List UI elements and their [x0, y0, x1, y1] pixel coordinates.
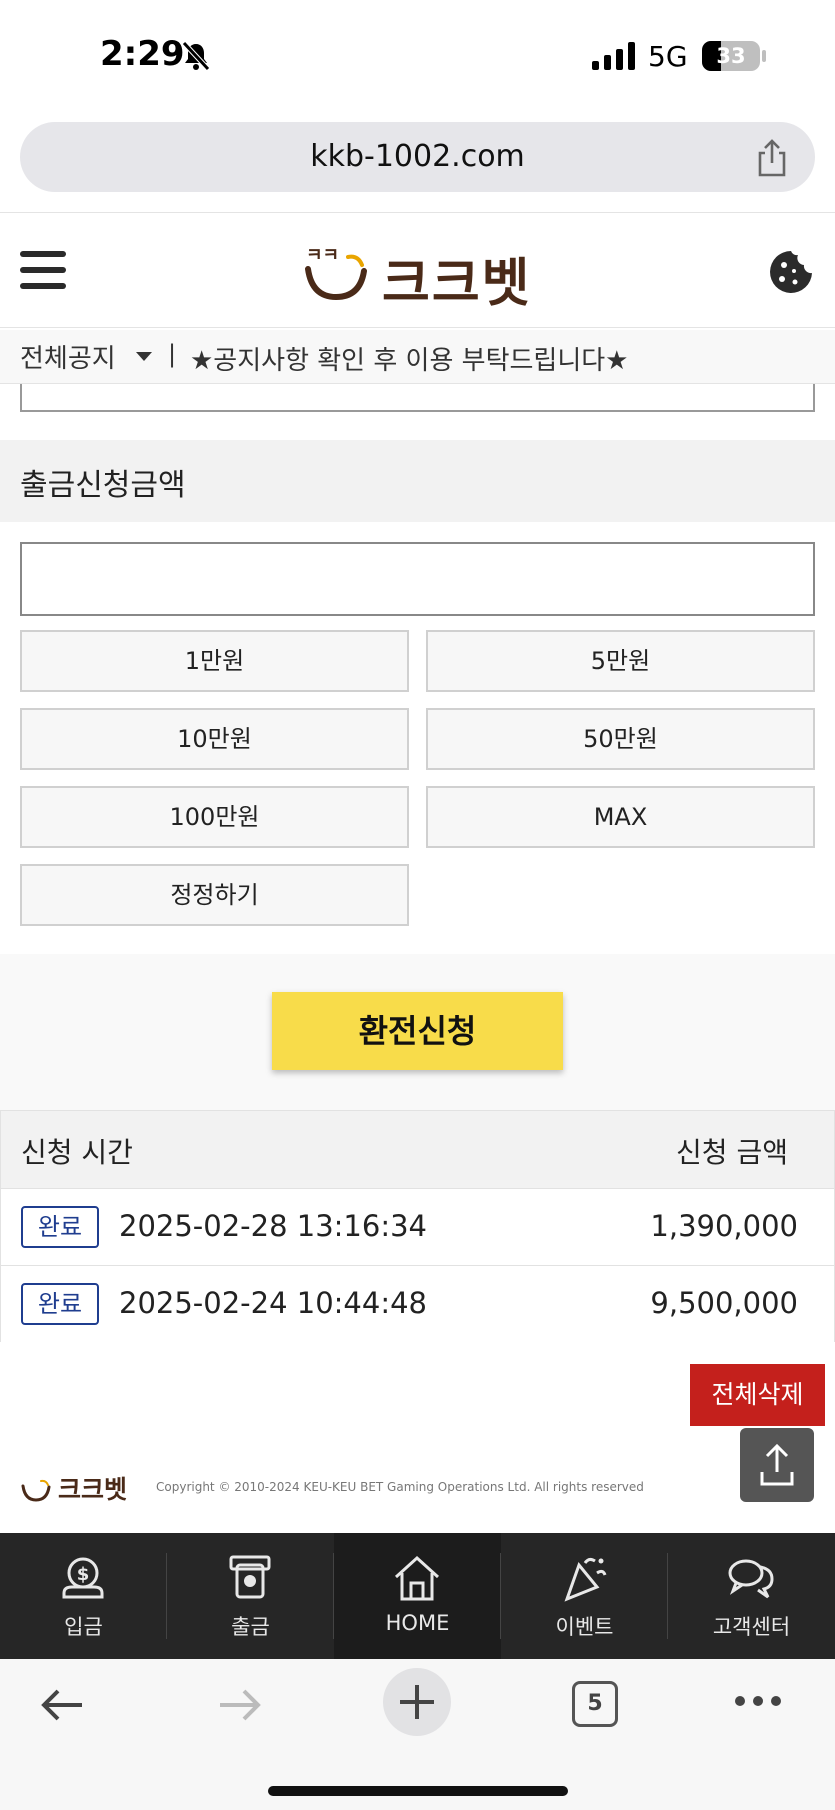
nav-event[interactable]: 이벤트	[501, 1533, 668, 1659]
notice-separator: |	[168, 340, 177, 368]
site-logo[interactable]: ㅋㅋ 크크벳	[300, 237, 540, 314]
logo-face-icon: ㅋㅋ	[305, 245, 367, 301]
party-icon	[564, 1557, 607, 1602]
nav-support[interactable]: 고객센터	[668, 1533, 835, 1659]
delete-all-button[interactable]: 전체삭제	[690, 1364, 825, 1426]
footer-logo: 크크벳	[20, 1470, 150, 1506]
amount-1m-button[interactable]: 100만원	[20, 786, 409, 848]
url-bar[interactable]: kkb-1002.com	[20, 122, 815, 192]
url-text[interactable]: kkb-1002.com	[20, 122, 815, 192]
column-header-amount: 신청 금액	[676, 1136, 788, 1169]
back-arrow-icon[interactable]	[38, 1681, 86, 1729]
nav-label: HOME	[385, 1611, 450, 1635]
home-icon	[394, 1555, 440, 1601]
tab-count-icon[interactable]: 5	[572, 1681, 618, 1727]
footer-logo-text: 크크벳	[58, 1475, 128, 1504]
nav-label: 입금	[64, 1615, 103, 1639]
forward-arrow-icon[interactable]	[216, 1681, 264, 1729]
notice-bar: 전체공지 | ★공지사항 확인 후 이용 부탁드립니다★	[0, 330, 835, 384]
status-badge: 완료	[21, 1283, 99, 1325]
previous-field[interactable]	[20, 384, 815, 412]
nav-label: 고객센터	[712, 1615, 791, 1639]
chat-icon	[728, 1559, 774, 1599]
bell-muted-icon	[182, 41, 210, 71]
request-time: 2025-02-28 13:16:34	[119, 1209, 427, 1243]
withdraw-section-header: 출금신청금액	[0, 440, 835, 522]
section-title: 출금신청금액	[20, 468, 186, 503]
chevron-down-icon[interactable]	[136, 352, 152, 361]
reset-amount-button[interactable]: 정정하기	[20, 864, 409, 926]
site-header: ㅋㅋ 크크벳	[0, 212, 835, 328]
request-time: 2025-02-24 10:44:48	[119, 1286, 427, 1320]
home-indicator	[268, 1786, 568, 1796]
amount-100k-button[interactable]: 10만원	[20, 708, 409, 770]
request-amount: 9,500,000	[650, 1286, 798, 1320]
status-badge: 완료	[21, 1206, 99, 1248]
notice-text[interactable]: ★공지사항 확인 후 이용 부탁드립니다★	[190, 340, 628, 377]
amount-10k-button[interactable]: 1만원	[20, 630, 409, 692]
more-icon[interactable]	[734, 1689, 782, 1713]
status-time: 2:29	[100, 34, 185, 74]
logo-text: 크크벳	[382, 254, 532, 314]
new-tab-icon[interactable]	[382, 1667, 452, 1737]
share-icon[interactable]	[752, 138, 792, 178]
arrow-up-icon	[760, 1443, 794, 1486]
notice-category[interactable]: 전체공지	[20, 338, 116, 375]
logo-face-icon	[21, 1479, 51, 1502]
menu-icon[interactable]	[20, 251, 66, 289]
history-table: 신청 시간 신청 금액 완료 2025-02-28 13:16:34 1,390…	[0, 1110, 835, 1343]
battery-tip	[762, 50, 766, 62]
table-row: 완료 2025-02-24 10:44:48 9,500,000	[1, 1266, 834, 1343]
copyright-text: Copyright © 2010-2024 KEU-KEU BET Gaming…	[156, 1480, 644, 1494]
nav-label: 출금	[231, 1615, 270, 1639]
amount-input[interactable]	[20, 542, 815, 616]
deposit-icon: $	[62, 1557, 104, 1599]
exchange-request-button[interactable]: 환전신청	[272, 992, 563, 1070]
column-header-time: 신청 시간	[21, 1136, 133, 1169]
nav-label: 이벤트	[555, 1615, 614, 1639]
nav-home[interactable]: HOME	[334, 1533, 501, 1659]
table-header: 신청 시간 신청 금액	[1, 1111, 834, 1189]
network-type: 5G	[648, 40, 688, 73]
scroll-top-button[interactable]	[740, 1428, 814, 1502]
bottom-nav: $ 입금 출금 HOME 이벤트 고객센터	[0, 1533, 835, 1659]
nav-deposit[interactable]: $ 입금	[0, 1533, 167, 1659]
amount-50k-button[interactable]: 5만원	[426, 630, 815, 692]
battery-level: 33	[716, 44, 746, 68]
svg-text:$: $	[77, 1564, 90, 1585]
withdraw-icon	[229, 1555, 271, 1599]
status-bar: 2:29 5G 33	[0, 0, 835, 110]
table-row: 완료 2025-02-28 13:16:34 1,390,000	[1, 1189, 834, 1266]
amount-max-button[interactable]: MAX	[426, 786, 815, 848]
nav-withdraw[interactable]: 출금	[167, 1533, 334, 1659]
request-amount: 1,390,000	[650, 1209, 798, 1243]
amount-500k-button[interactable]: 50만원	[426, 708, 815, 770]
svg-text:ㅋㅋ: ㅋㅋ	[306, 245, 339, 266]
signal-icon	[592, 42, 635, 70]
cookie-icon[interactable]	[768, 249, 814, 295]
battery-icon: 33	[702, 41, 760, 71]
